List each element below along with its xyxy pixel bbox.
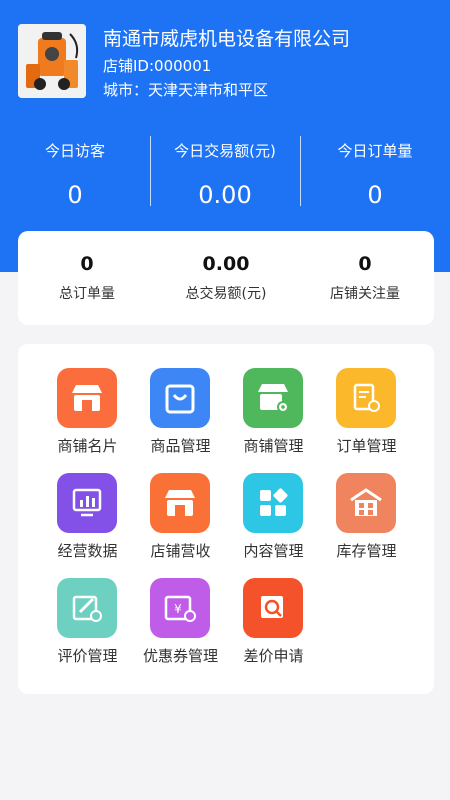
- svg-text:¥: ¥: [174, 602, 182, 616]
- coupon-yen-icon: ¥: [150, 578, 210, 638]
- stat-value: 0: [80, 253, 94, 275]
- today-visitors-stat: 今日访客 0: [0, 140, 150, 209]
- bar-chart-monitor-icon: [57, 473, 117, 533]
- stat-value: 0: [358, 253, 372, 275]
- stat-label: 今日访客: [44, 142, 105, 160]
- stat-label: 店铺关注量: [330, 286, 400, 302]
- grid-tiles-icon: [243, 473, 303, 533]
- shop-logo: [18, 24, 86, 98]
- shop-name: 南通市威虎机电设备有限公司: [103, 28, 351, 50]
- menu-item-label: 评价管理: [57, 647, 118, 665]
- stat-label: 今日交易额(元): [174, 142, 276, 160]
- stat-value: 0.00: [202, 253, 250, 275]
- stat-value: 0.00: [198, 181, 252, 209]
- shop-city: 城市：天津天津市和平区: [103, 81, 269, 99]
- menu-item-label: 差价申请: [243, 647, 304, 665]
- menu-item-label: 店铺营收: [150, 542, 211, 560]
- storefront-icon: [57, 368, 117, 428]
- menu-item-business-data[interactable]: 经营数据: [41, 473, 134, 573]
- stat-value: 0: [67, 181, 83, 209]
- menu-item-store-revenue[interactable]: 店铺营收: [134, 473, 227, 573]
- price-search-icon: [243, 578, 303, 638]
- menu-item-review-management[interactable]: 评价管理: [41, 578, 134, 678]
- total-revenue-stat: 0.00 总交易额(元): [157, 253, 295, 303]
- stat-label: 今日订单量: [337, 142, 413, 160]
- stat-value: 0: [367, 181, 383, 209]
- menu-item-label: 优惠券管理: [142, 647, 218, 665]
- menu-item-product-management[interactable]: 商品管理: [134, 368, 227, 468]
- menu-card: 商铺名片 商品管理 商铺管理 订单管理 经营数据 店铺营收 内容管理 库存管理 …: [18, 344, 434, 694]
- menu-item-order-management[interactable]: 订单管理: [320, 368, 413, 468]
- store-settings-icon: [243, 368, 303, 428]
- menu-item-label: 商铺名片: [57, 437, 118, 455]
- edit-review-icon: [57, 578, 117, 638]
- menu-item-coupon-management[interactable]: ¥ 优惠券管理: [134, 578, 227, 678]
- menu-item-label: 商铺管理: [243, 437, 304, 455]
- menu-item-price-difference-application[interactable]: 差价申请: [227, 578, 320, 678]
- stat-label: 总订单量: [59, 286, 115, 302]
- menu-item-shop-card[interactable]: 商铺名片: [41, 368, 134, 468]
- shop-id: 店铺ID:000001: [103, 57, 212, 75]
- menu-item-label: 经营数据: [57, 542, 118, 560]
- shopping-bag-icon: [150, 368, 210, 428]
- today-orders-stat: 今日订单量 0: [300, 140, 450, 209]
- total-orders-stat: 0 总订单量: [18, 253, 156, 303]
- warehouse-icon: [336, 473, 396, 533]
- menu-item-shop-management[interactable]: 商铺管理: [227, 368, 320, 468]
- order-settings-icon: [336, 368, 396, 428]
- totals-card: 0 总订单量 0.00 总交易额(元) 0 店铺关注量: [18, 231, 434, 325]
- menu-item-inventory-management[interactable]: 库存管理: [320, 473, 413, 573]
- menu-item-content-management[interactable]: 内容管理: [227, 473, 320, 573]
- shop-followers-stat: 0 店铺关注量: [296, 253, 434, 303]
- today-revenue-stat: 今日交易额(元) 0.00: [150, 140, 300, 209]
- menu-item-label: 商品管理: [150, 437, 211, 455]
- store-revenue-icon: [150, 473, 210, 533]
- menu-item-label: 订单管理: [336, 437, 397, 455]
- menu-item-label: 库存管理: [336, 542, 397, 560]
- stat-label: 总交易额(元): [185, 286, 267, 302]
- menu-item-label: 内容管理: [243, 542, 304, 560]
